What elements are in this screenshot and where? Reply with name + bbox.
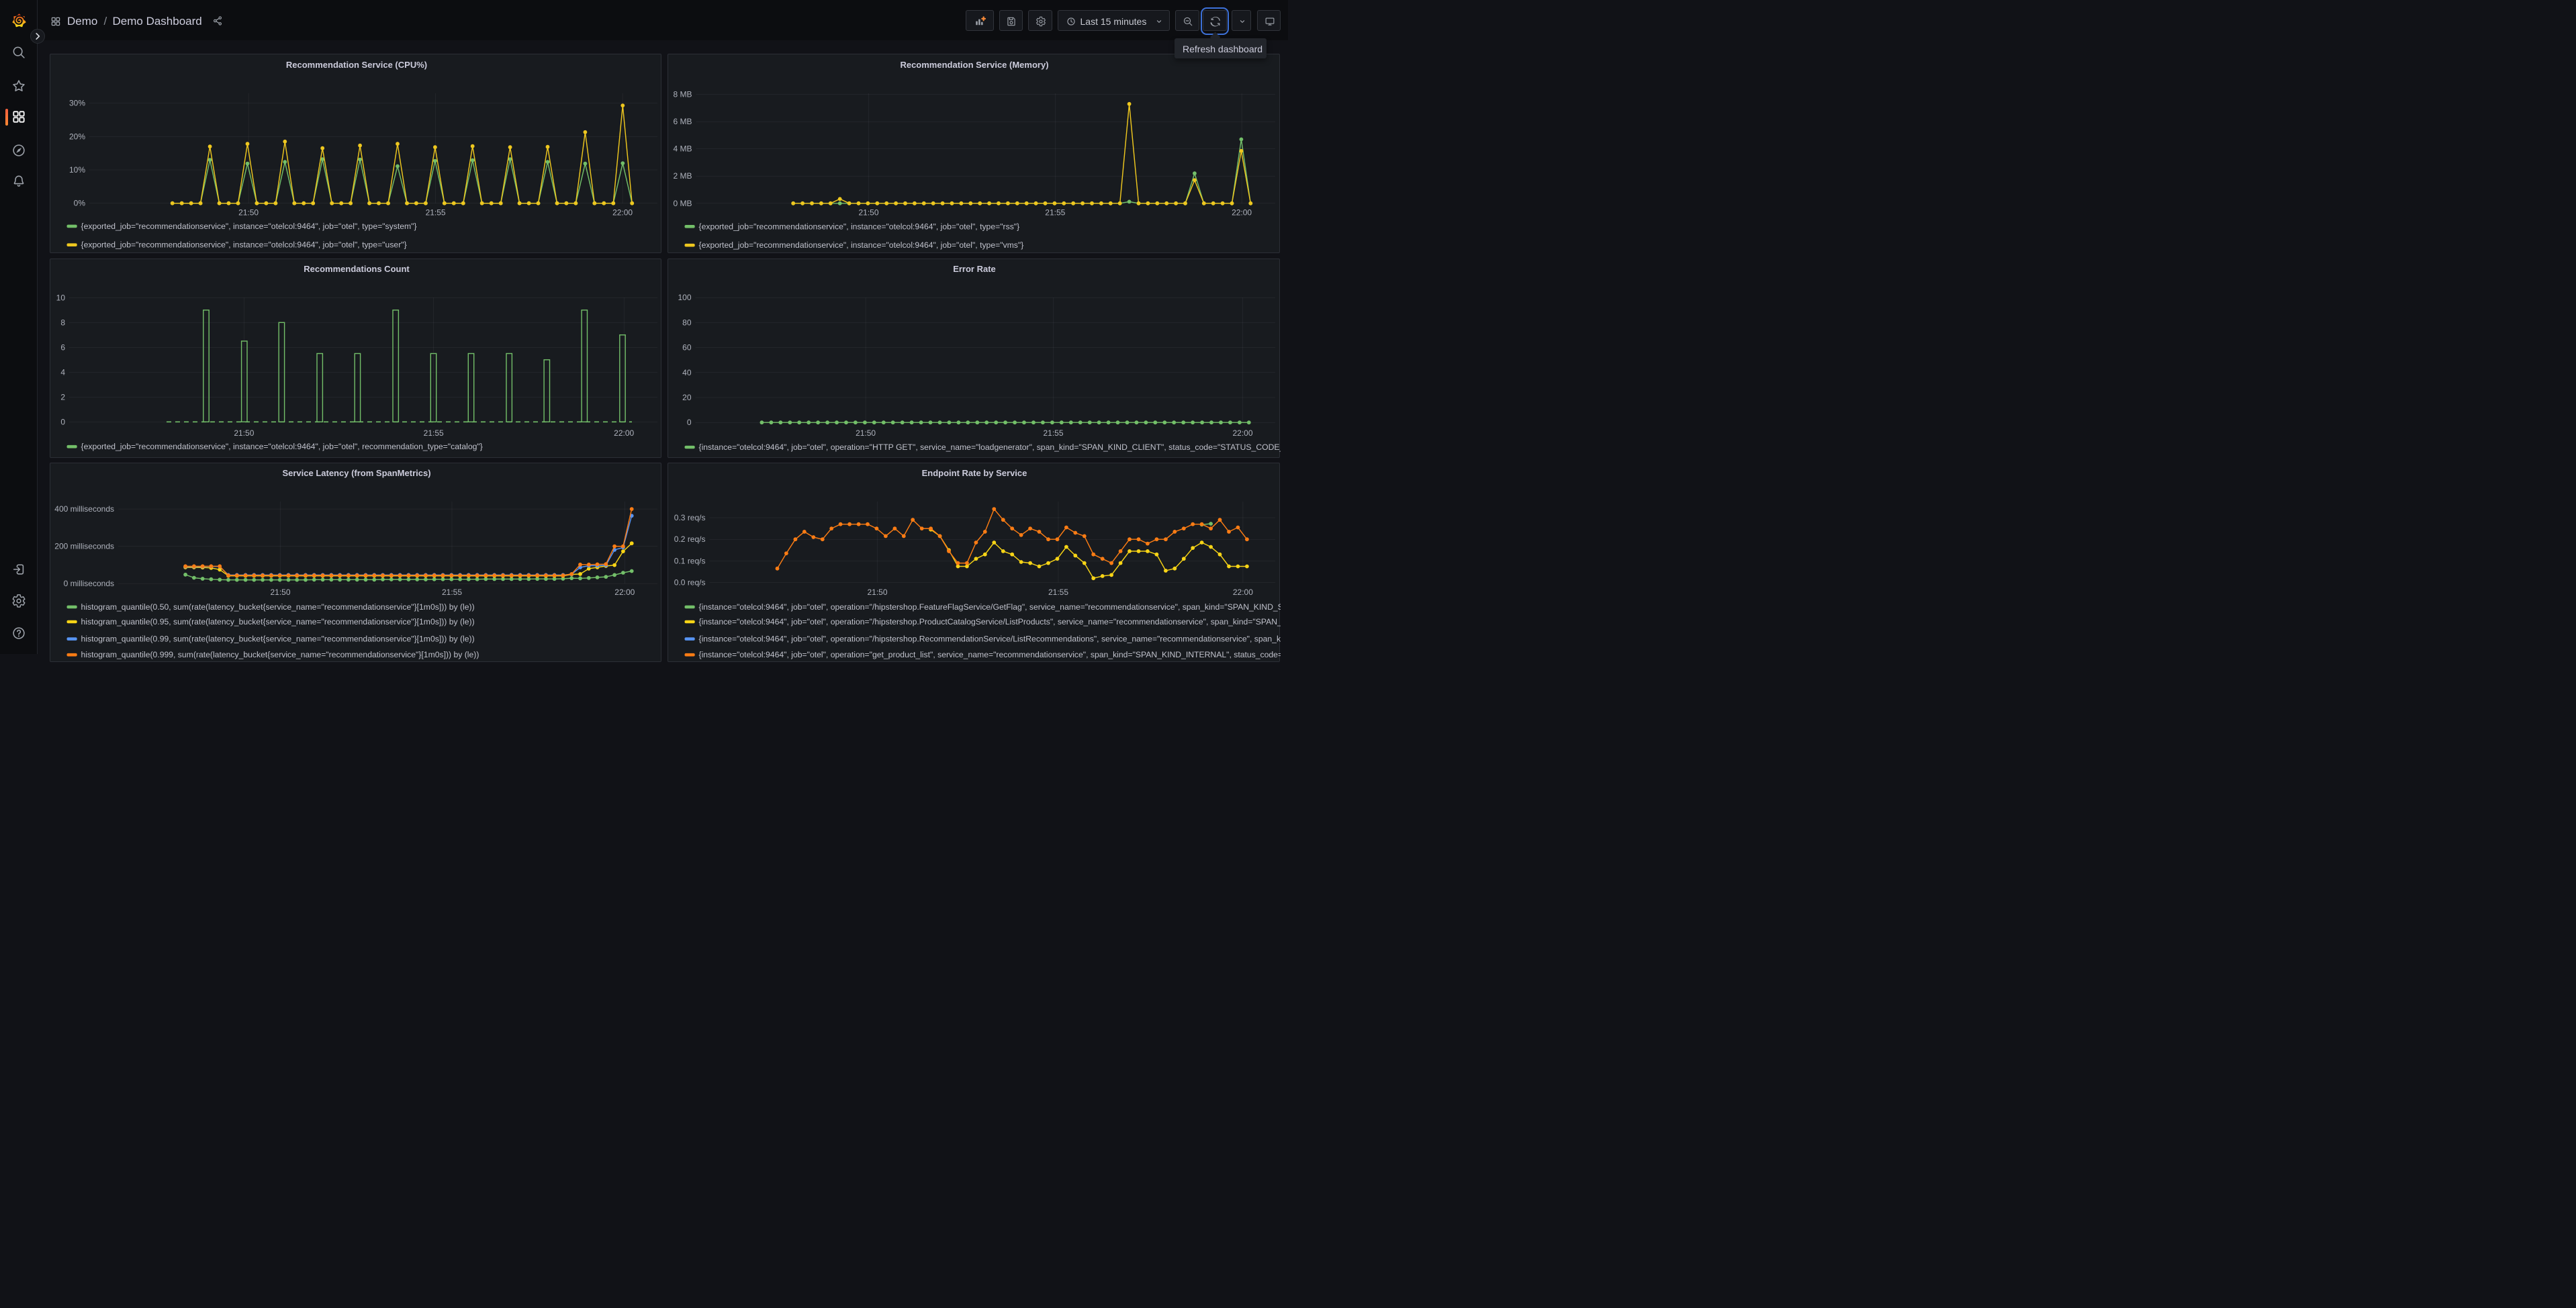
svg-text:20%: 20%: [69, 132, 85, 141]
svg-text:histogram_quantile(0.999, sum(: histogram_quantile(0.999, sum(rate(laten…: [81, 650, 479, 659]
svg-text:{exported_job="recommendations: {exported_job="recommendationservice", i…: [698, 222, 1019, 231]
svg-text:Recommendation Service (Memory: Recommendation Service (Memory): [900, 60, 1048, 70]
svg-text:21:50: 21:50: [238, 207, 259, 217]
svg-text:21:50: 21:50: [270, 588, 290, 597]
svg-text:histogram_quantile(0.95, sum(r: histogram_quantile(0.95, sum(rate(latenc…: [81, 617, 475, 626]
svg-text:{instance="otelcol:9464", job=: {instance="otelcol:9464", job="otel", op…: [698, 602, 1281, 612]
svg-text:4: 4: [60, 367, 65, 377]
svg-text:Endpoint Rate by Service: Endpoint Rate by Service: [921, 468, 1027, 478]
svg-text:{instance="otelcol:9464", job=: {instance="otelcol:9464", job="otel", op…: [698, 635, 1281, 644]
svg-text:20: 20: [682, 393, 692, 402]
svg-text:22:00: 22:00: [1232, 428, 1252, 437]
svg-text:80: 80: [682, 318, 692, 327]
svg-text:{exported_job="recommendations: {exported_job="recommendationservice", i…: [698, 240, 1023, 250]
svg-text:histogram_quantile(0.99, sum(r: histogram_quantile(0.99, sum(rate(latenc…: [81, 635, 475, 644]
svg-text:Error Rate: Error Rate: [953, 264, 996, 274]
svg-text:21:55: 21:55: [426, 207, 446, 217]
svg-text:Recommendations Count: Recommendations Count: [304, 264, 410, 274]
svg-text:22:00: 22:00: [614, 428, 634, 437]
svg-text:21:55: 21:55: [442, 588, 462, 597]
svg-text:{exported_job="recommendations: {exported_job="recommendationservice", i…: [81, 240, 407, 250]
svg-text:{instance="otelcol:9464", job=: {instance="otelcol:9464", job="otel", op…: [698, 442, 1281, 452]
svg-text:Service Latency (from SpanMetr: Service Latency (from SpanMetrics): [282, 468, 430, 478]
svg-text:21:50: 21:50: [858, 207, 878, 217]
svg-text:21:55: 21:55: [1048, 588, 1068, 597]
svg-text:21:55: 21:55: [1045, 207, 1065, 217]
svg-text:10: 10: [56, 293, 66, 302]
svg-text:22:00: 22:00: [1232, 588, 1252, 597]
svg-text:{instance="otelcol:9464", job=: {instance="otelcol:9464", job="otel", op…: [698, 617, 1281, 626]
svg-text:2: 2: [60, 392, 65, 402]
svg-text:21:50: 21:50: [856, 428, 876, 437]
svg-text:0.2 req/s: 0.2 req/s: [674, 534, 705, 544]
svg-text:0 MB: 0 MB: [673, 199, 692, 208]
svg-text:21:50: 21:50: [234, 428, 254, 437]
svg-text:200 milliseconds: 200 milliseconds: [54, 542, 114, 551]
svg-text:0%: 0%: [74, 199, 86, 208]
svg-text:{exported_job="recommendations: {exported_job="recommendationservice", i…: [81, 222, 417, 231]
svg-text:21:55: 21:55: [424, 428, 444, 437]
svg-text:21:55: 21:55: [1043, 428, 1063, 437]
svg-text:6: 6: [60, 342, 65, 352]
svg-text:22:00: 22:00: [612, 207, 633, 217]
svg-text:0.0 req/s: 0.0 req/s: [674, 578, 705, 588]
svg-text:histogram_quantile(0.50, sum(r: histogram_quantile(0.50, sum(rate(latenc…: [81, 602, 475, 612]
svg-text:0: 0: [60, 417, 65, 426]
svg-text:0: 0: [686, 418, 691, 427]
svg-text:0.1 req/s: 0.1 req/s: [674, 556, 705, 565]
svg-text:Recommendation Service (CPU%): Recommendation Service (CPU%): [286, 60, 427, 70]
svg-text:22:00: 22:00: [1232, 207, 1252, 217]
svg-text:30%: 30%: [69, 99, 85, 108]
svg-text:60: 60: [682, 342, 692, 352]
svg-text:40: 40: [682, 367, 692, 377]
svg-text:4 MB: 4 MB: [673, 144, 692, 154]
svg-text:0 milliseconds: 0 milliseconds: [64, 579, 114, 588]
svg-text:10%: 10%: [69, 165, 85, 175]
svg-text:6 MB: 6 MB: [673, 117, 692, 126]
svg-text:{instance="otelcol:9464", job=: {instance="otelcol:9464", job="otel", op…: [698, 650, 1281, 659]
svg-text:400 milliseconds: 400 milliseconds: [54, 504, 114, 514]
svg-text:100: 100: [678, 293, 691, 302]
svg-text:21:50: 21:50: [867, 588, 887, 597]
svg-text:{exported_job="recommendations: {exported_job="recommendationservice", i…: [81, 442, 483, 451]
svg-text:2 MB: 2 MB: [673, 171, 692, 181]
svg-text:8 MB: 8 MB: [673, 90, 692, 99]
svg-text:8: 8: [60, 318, 65, 327]
svg-text:22:00: 22:00: [614, 588, 635, 597]
svg-text:0.3 req/s: 0.3 req/s: [674, 513, 705, 522]
